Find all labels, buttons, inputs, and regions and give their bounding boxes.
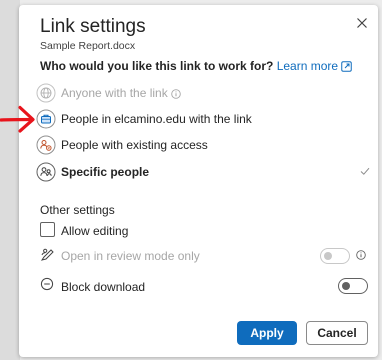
toggle-knob (324, 252, 332, 260)
info-icon[interactable] (356, 250, 366, 260)
cancel-button[interactable]: Cancel (306, 321, 368, 345)
allow-editing-label: Allow editing (61, 224, 129, 238)
option-label: People with existing access (61, 138, 208, 152)
block-download-row: Block download (38, 277, 368, 301)
people-existing-icon (36, 135, 56, 155)
review-mode-toggle[interactable] (320, 248, 350, 264)
toggle-knob (342, 282, 350, 290)
option-people-in-organization[interactable]: People in elcamino.edu with the link (34, 109, 369, 133)
option-label: Anyone with the link (61, 86, 168, 100)
close-button[interactable] (353, 14, 371, 32)
block-download-toggle[interactable] (338, 278, 368, 294)
external-link-icon[interactable] (341, 61, 352, 72)
block-icon (40, 277, 54, 291)
audience-question-text: Who would you like this link to work for… (40, 59, 274, 73)
other-settings-heading: Other settings (40, 203, 115, 217)
learn-more-link[interactable]: Learn more (277, 59, 338, 73)
allow-editing-checkbox[interactable] (40, 222, 55, 237)
dialog-title: Link settings (40, 16, 146, 37)
link-settings-dialog: Link settings Sample Report.docx Who wou… (19, 5, 378, 357)
option-label: Specific people (61, 165, 150, 179)
allow-editing-row: Allow editing (38, 221, 368, 245)
option-anyone-with-link[interactable]: Anyone with the link (34, 83, 369, 107)
background-page (0, 0, 20, 360)
file-name: Sample Report.docx (40, 40, 136, 52)
checkmark-icon (360, 167, 370, 175)
info-icon[interactable] (170, 89, 181, 99)
option-specific-people[interactable]: Specific people (34, 162, 370, 186)
review-mode-row: Open in review mode only (38, 246, 368, 270)
option-people-with-existing-access[interactable]: People with existing access (34, 135, 369, 159)
people-icon (36, 162, 56, 182)
apply-button[interactable]: Apply (237, 321, 297, 345)
audience-question: Who would you like this link to work for… (40, 59, 352, 73)
review-mode-icon (40, 248, 54, 261)
close-icon (357, 18, 367, 28)
block-download-label: Block download (61, 280, 146, 294)
briefcase-icon (36, 109, 56, 129)
review-mode-label: Open in review mode only (61, 249, 200, 263)
option-label: People in elcamino.edu with the link (61, 112, 252, 126)
globe-icon (36, 83, 56, 103)
